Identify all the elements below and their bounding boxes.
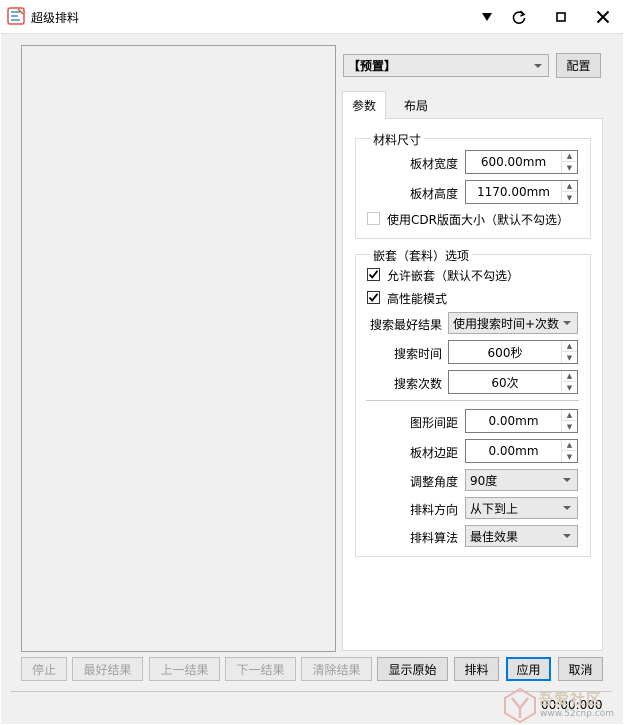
watermark-logo-icon [504, 687, 536, 724]
spinner: ▲ ▼ [561, 440, 577, 462]
direction-label: 排料方向 [410, 503, 459, 517]
angle-value: 90度 [470, 473, 498, 488]
spin-up-icon[interactable]: ▲ [562, 371, 577, 382]
material-size-title: 材料尺寸 [370, 131, 425, 148]
use-cdr-checkbox[interactable] [367, 212, 380, 225]
tab-layout[interactable]: 布局 [394, 93, 438, 117]
tab-parameters[interactable]: 参数 [342, 91, 386, 119]
spin-down-icon[interactable]: ▼ [562, 382, 577, 393]
maximize-icon [556, 11, 566, 22]
allow-nesting-label: 允许嵌套（默认不勾选） [387, 269, 520, 283]
stop-button[interactable]: 停止 [21, 657, 67, 681]
shape-gap-value: 0.00mm [488, 414, 539, 428]
spin-down-icon[interactable]: ▼ [562, 352, 577, 363]
sheet-width-value: 600.00mm [480, 155, 547, 169]
direction-select[interactable]: 从下到上 [465, 497, 578, 519]
chevron-down-icon [563, 321, 571, 325]
shape-gap-input[interactable]: 0.00mm ▲ ▼ [465, 409, 578, 433]
spinner: ▲ ▼ [561, 371, 577, 393]
chevron-down-icon [563, 478, 571, 482]
angle-label: 调整角度 [410, 475, 459, 489]
spin-down-icon[interactable]: ▼ [562, 162, 577, 173]
watermark-text: 吾爱社区 [538, 690, 603, 708]
refresh-button[interactable] [502, 0, 536, 33]
search-best-value: 使用搜索时间+次数 [453, 316, 560, 331]
spinner: ▲ ▼ [561, 151, 577, 173]
spin-up-icon[interactable]: ▲ [562, 181, 577, 192]
search-best-select[interactable]: 使用搜索时间+次数 [448, 312, 578, 334]
window-title: 超级排料 [31, 11, 80, 25]
sheet-width-label: 板材宽度 [410, 157, 459, 171]
spinner: ▲ ▼ [561, 341, 577, 363]
spin-down-icon[interactable]: ▼ [562, 451, 577, 462]
algorithm-label: 排料算法 [410, 531, 459, 545]
search-best-label: 搜索最好结果 [370, 318, 443, 332]
show-original-button[interactable]: 显示原始 [377, 657, 448, 681]
chevron-down-icon [563, 506, 571, 510]
shape-gap-label: 图形间距 [410, 416, 459, 430]
tab-layout-label: 布局 [403, 98, 428, 113]
search-time-label: 搜索时间 [394, 347, 443, 361]
spin-up-icon[interactable]: ▲ [562, 410, 577, 421]
watermark-url: www.52cnp.com [540, 709, 615, 719]
preset-select-value: 【预置】 [348, 59, 397, 73]
spinner: ▲ ▼ [561, 181, 577, 203]
nest-button[interactable]: 排料 [454, 657, 499, 681]
search-count-value: 60次 [491, 375, 519, 390]
preset-select[interactable]: 【预置】 [343, 54, 549, 77]
allow-nesting-checkbox[interactable] [367, 268, 380, 281]
search-time-input[interactable]: 600秒 ▲ ▼ [448, 340, 578, 364]
spin-down-icon[interactable]: ▼ [562, 192, 577, 203]
title-bar: 超级排料 [0, 0, 624, 33]
best-result-button[interactable]: 最好结果 [72, 657, 143, 681]
checkmark-icon [368, 270, 379, 279]
sheet-margin-value: 0.00mm [488, 444, 539, 458]
sheet-margin-label: 板材边距 [410, 446, 459, 460]
sheet-margin-input[interactable]: 0.00mm ▲ ▼ [465, 439, 578, 463]
tab-parameters-label: 参数 [351, 99, 376, 113]
chevron-down-icon [563, 534, 571, 538]
search-time-value: 600秒 [487, 345, 523, 360]
previous-result-button[interactable]: 上一结果 [149, 657, 220, 681]
chevron-down-icon [534, 63, 542, 68]
use-cdr-label: 使用CDR版面大小（默认不勾选） [387, 213, 569, 227]
sheet-height-label: 板材高度 [410, 187, 459, 201]
clear-results-button[interactable]: 清除结果 [301, 657, 372, 681]
search-count-label: 搜索次数 [394, 377, 443, 391]
apply-button[interactable]: 应用 [506, 657, 551, 681]
spin-up-icon[interactable]: ▲ [562, 341, 577, 352]
config-button[interactable]: 配置 [556, 53, 601, 78]
next-result-button[interactable]: 下一结果 [225, 657, 296, 681]
spin-down-icon[interactable]: ▼ [562, 421, 577, 432]
maximize-button[interactable] [544, 0, 578, 33]
algorithm-value: 最佳效果 [470, 529, 519, 544]
algorithm-select[interactable]: 最佳效果 [465, 525, 578, 547]
close-icon [596, 10, 610, 23]
sheet-width-input[interactable]: 600.00mm ▲ ▼ [465, 150, 578, 174]
dropdown-button[interactable] [470, 0, 504, 33]
spin-up-icon[interactable]: ▲ [562, 151, 577, 162]
app-logo-icon [6, 6, 26, 26]
angle-select[interactable]: 90度 [465, 469, 578, 491]
checkmark-icon [368, 293, 379, 302]
sheet-height-value: 1170.00mm [476, 185, 550, 199]
refresh-icon [512, 9, 526, 24]
group-divider [366, 400, 579, 401]
preview-canvas[interactable] [21, 45, 336, 652]
nesting-options-title: 嵌套（套料）选项 [370, 247, 473, 264]
search-count-input[interactable]: 60次 ▲ ▼ [448, 370, 578, 394]
sheet-height-input[interactable]: 1170.00mm ▲ ▼ [465, 180, 578, 204]
cancel-button[interactable]: 取消 [558, 657, 603, 681]
spinner: ▲ ▼ [561, 410, 577, 432]
close-button[interactable] [586, 0, 620, 33]
high-performance-label: 高性能模式 [387, 292, 448, 306]
watermark: 吾爱社区 www.52cnp.com [500, 685, 624, 725]
high-performance-checkbox[interactable] [367, 291, 380, 304]
direction-value: 从下到上 [470, 501, 519, 516]
triangle-down-icon [482, 12, 492, 21]
spin-up-icon[interactable]: ▲ [562, 440, 577, 451]
